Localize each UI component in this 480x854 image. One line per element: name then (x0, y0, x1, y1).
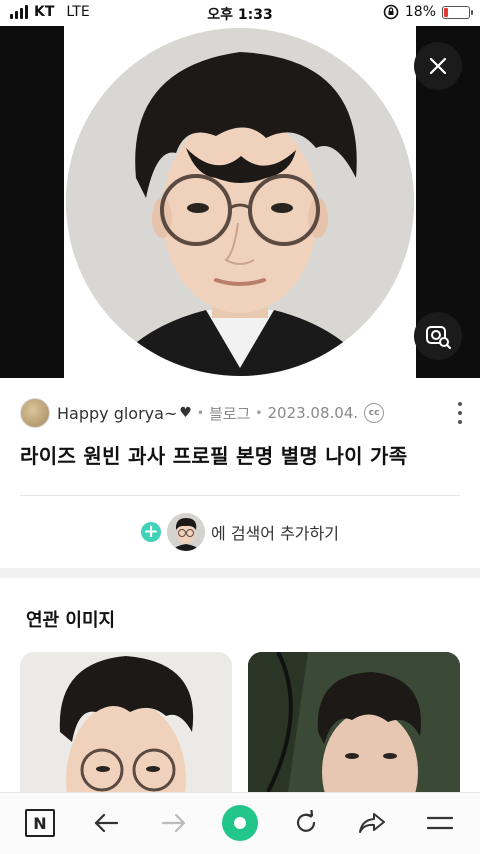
refresh-icon (296, 810, 316, 832)
green-dot-icon (222, 805, 258, 841)
related-image-2[interactable] (248, 652, 460, 792)
plus-icon: + (141, 522, 162, 542)
related-images-title: 연관 이미지 (26, 610, 116, 631)
dot-separator: • (196, 406, 204, 420)
back-arrow-icon (94, 813, 119, 833)
naver-home-button[interactable]: N (18, 801, 62, 845)
dot-separator: • (255, 406, 263, 420)
more-options-button[interactable] (454, 402, 466, 424)
source-date: 2023.08.04. (267, 404, 359, 422)
image-title[interactable]: 라이즈 원빈 과사 프로필 본명 별명 나이 가족 (20, 440, 407, 469)
battery-icon (442, 5, 473, 19)
more-dot-icon (458, 411, 462, 415)
search-thumbnail (167, 513, 206, 551)
related-image-1[interactable] (20, 652, 232, 792)
battery-percent: 18% (404, 4, 436, 20)
portrait-illustration (66, 28, 414, 376)
green-dot-button[interactable] (218, 801, 262, 845)
more-dot-icon (458, 420, 462, 424)
add-to-search-button[interactable]: + 에 검색어 추가하기 (0, 510, 480, 554)
divider (20, 495, 460, 496)
share-button[interactable] (350, 801, 394, 845)
image-viewer[interactable] (0, 26, 480, 378)
image-search-button[interactable] (414, 312, 462, 360)
share-icon (359, 813, 385, 833)
source-name[interactable]: Happy glorya~ (57, 404, 177, 423)
refresh-button[interactable] (284, 801, 328, 845)
profile-photo[interactable] (66, 28, 414, 376)
forward-button[interactable] (152, 801, 196, 845)
source-type: 블로그 (209, 404, 251, 423)
menu-icon (426, 816, 454, 830)
source-row[interactable]: Happy glorya~ ♥ • 블로그 • 2023.08.04. cc (20, 396, 468, 430)
close-button[interactable] (414, 42, 462, 90)
heart-icon: ♥ (179, 405, 192, 421)
status-bar: KT LTE 오후 1:33 18% (0, 0, 480, 26)
image-canvas (64, 26, 416, 378)
menu-button[interactable] (418, 801, 462, 845)
orientation-lock-icon (383, 4, 399, 20)
naver-home-icon: N (25, 809, 55, 837)
close-icon (429, 57, 447, 75)
section-divider (0, 568, 480, 578)
status-right: 18% (383, 4, 473, 20)
back-button[interactable] (84, 801, 128, 845)
image-search-lens-icon (426, 326, 451, 349)
cc-license-icon[interactable]: cc (364, 403, 385, 423)
more-dot-icon (458, 402, 462, 406)
bottom-navigation: N (0, 792, 480, 854)
forward-arrow-icon (161, 813, 186, 833)
source-avatar (20, 398, 50, 428)
add-search-label: 에 검색어 추가하기 (211, 524, 339, 543)
